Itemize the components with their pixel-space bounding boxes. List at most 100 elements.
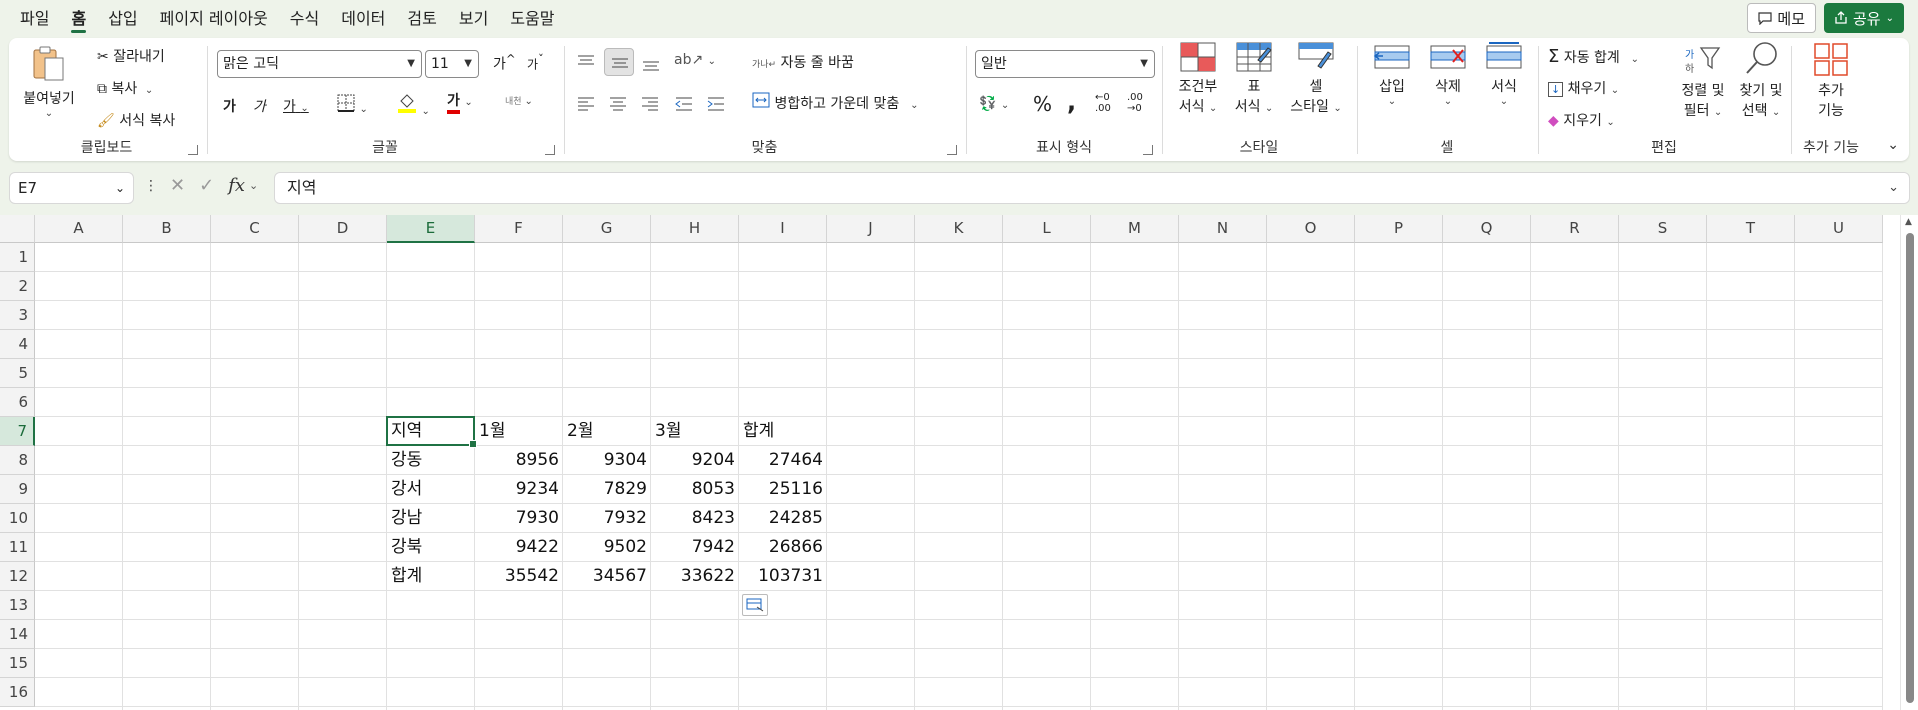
quick-analysis-button[interactable] bbox=[742, 594, 768, 616]
align-right-icon[interactable] bbox=[640, 96, 660, 112]
row-header-9[interactable]: 9 bbox=[0, 475, 35, 504]
menu-view[interactable]: 보기 bbox=[459, 0, 488, 38]
table-cell[interactable]: 2월 bbox=[563, 417, 651, 446]
table-cell[interactable]: 합계 bbox=[387, 562, 475, 591]
table-cell[interactable]: 9204 bbox=[651, 446, 739, 475]
column-header-u[interactable]: U bbox=[1795, 215, 1883, 243]
column-header-c[interactable]: C bbox=[211, 215, 299, 243]
format-cells-button[interactable]: 서식 ⌄ bbox=[1477, 42, 1531, 107]
table-cell[interactable]: 9502 bbox=[563, 533, 651, 562]
column-header-p[interactable]: P bbox=[1355, 215, 1443, 243]
row-header-10[interactable]: 10 bbox=[0, 504, 35, 533]
row-header-14[interactable]: 14 bbox=[0, 620, 35, 649]
column-header-i[interactable]: I bbox=[739, 215, 827, 243]
table-cell[interactable]: 34567 bbox=[563, 562, 651, 591]
align-left-icon[interactable] bbox=[576, 96, 596, 112]
row-header-8[interactable]: 8 bbox=[0, 446, 35, 475]
orientation-button[interactable]: ab↗ ⌄ bbox=[674, 52, 716, 68]
delete-cells-button[interactable]: 삭제 ⌄ bbox=[1421, 42, 1475, 107]
scroll-up-icon[interactable]: ▲ bbox=[1905, 217, 1912, 227]
table-cell[interactable]: 합계 bbox=[739, 417, 827, 446]
copy-button[interactable]: ⧉ 복사 ⌄ bbox=[97, 78, 153, 98]
column-header-t[interactable]: T bbox=[1707, 215, 1795, 243]
collapse-ribbon-icon[interactable]: ⌄ bbox=[1887, 137, 1899, 153]
column-header-k[interactable]: K bbox=[915, 215, 1003, 243]
addins-button[interactable]: 추가 기능 bbox=[1801, 42, 1861, 120]
expand-formula-icon[interactable]: ⌄ bbox=[1888, 173, 1899, 203]
column-header-s[interactable]: S bbox=[1619, 215, 1707, 243]
chevron-down-icon[interactable]: ⌄ bbox=[142, 85, 153, 96]
more-options-icon[interactable]: ⋮ bbox=[144, 178, 158, 194]
phonetic-button[interactable]: 내천 ⌄ bbox=[505, 94, 533, 107]
paste-button[interactable]: 붙여넣기 ⌄ bbox=[19, 44, 79, 119]
table-cell[interactable]: 8423 bbox=[651, 504, 739, 533]
decrease-indent-icon[interactable] bbox=[674, 96, 694, 112]
table-cell[interactable]: 강동 bbox=[387, 446, 475, 475]
column-header-h[interactable]: H bbox=[651, 215, 739, 243]
table-cell[interactable]: 7942 bbox=[651, 533, 739, 562]
row-header-5[interactable]: 5 bbox=[0, 359, 35, 388]
column-header-n[interactable]: N bbox=[1179, 215, 1267, 243]
dialog-launcher-icon[interactable] bbox=[188, 145, 198, 155]
align-bottom-icon[interactable] bbox=[641, 56, 661, 72]
menu-file[interactable]: 파일 bbox=[20, 0, 49, 38]
menu-insert[interactable]: 삽입 bbox=[108, 0, 137, 38]
font-size-select[interactable]: 11 ▼ bbox=[425, 50, 479, 78]
column-header-d[interactable]: D bbox=[299, 215, 387, 243]
align-middle-button[interactable] bbox=[604, 48, 634, 76]
table-cell[interactable]: 25116 bbox=[739, 475, 827, 504]
chevron-down-icon[interactable]: ⌄ bbox=[1886, 13, 1894, 24]
format-painter-button[interactable]: 🖌 서식 복사 bbox=[97, 110, 175, 130]
table-cell[interactable]: 3월 bbox=[651, 417, 739, 446]
menu-data[interactable]: 데이터 bbox=[341, 0, 385, 38]
enter-check-icon[interactable]: ✓ bbox=[199, 175, 214, 196]
autosum-button[interactable]: Σ 자동 합계 ⌄ bbox=[1548, 46, 1639, 67]
menu-help[interactable]: 도움말 bbox=[510, 0, 554, 38]
font-name-select[interactable]: 맑은 고딕 ▼ bbox=[217, 50, 422, 78]
name-box[interactable]: E7 ⌄ bbox=[9, 172, 134, 204]
cell-styles-button[interactable]: 셀 스타일 ⌄ bbox=[1284, 42, 1348, 116]
table-cell[interactable]: 강북 bbox=[387, 533, 475, 562]
memo-button[interactable]: 메모 bbox=[1747, 3, 1816, 33]
row-header-16[interactable]: 16 bbox=[0, 678, 35, 707]
menu-formulas[interactable]: 수식 bbox=[290, 0, 319, 38]
conditional-formatting-button[interactable]: 조건부 서식 ⌄ bbox=[1172, 42, 1224, 116]
decrease-decimal-button[interactable]: .00 →0 bbox=[1127, 92, 1153, 114]
column-header-l[interactable]: L bbox=[1003, 215, 1091, 243]
dialog-launcher-icon[interactable] bbox=[545, 145, 555, 155]
number-format-select[interactable]: 일반 ▼ bbox=[975, 50, 1155, 78]
font-color-button[interactable]: 가 ⌄ bbox=[447, 92, 473, 114]
column-header-e[interactable]: E bbox=[387, 215, 475, 243]
dialog-launcher-icon[interactable] bbox=[1143, 145, 1153, 155]
row-header-13[interactable]: 13 bbox=[0, 591, 35, 620]
column-header-o[interactable]: O bbox=[1267, 215, 1355, 243]
row-header-15[interactable]: 15 bbox=[0, 649, 35, 678]
borders-button[interactable]: ⌄ bbox=[337, 94, 368, 116]
table-cell[interactable]: 1월 bbox=[475, 417, 563, 446]
row-header-6[interactable]: 6 bbox=[0, 388, 35, 417]
dialog-launcher-icon[interactable] bbox=[947, 145, 957, 155]
accounting-format-button[interactable]: 💱 ⌄ bbox=[979, 96, 1009, 112]
row-header-7[interactable]: 7 bbox=[0, 417, 35, 446]
italic-button[interactable]: 가 bbox=[253, 96, 266, 116]
column-header-b[interactable]: B bbox=[123, 215, 211, 243]
vertical-scrollbar[interactable]: ▲ bbox=[1900, 215, 1918, 710]
chevron-down-icon[interactable]: ⌄ bbox=[249, 179, 258, 192]
select-all-corner[interactable] bbox=[0, 215, 35, 243]
table-cell[interactable]: 103731 bbox=[739, 562, 827, 591]
row-header-11[interactable]: 11 bbox=[0, 533, 35, 562]
table-cell[interactable]: 9304 bbox=[563, 446, 651, 475]
wrap-text-button[interactable]: 가나↵ 자동 줄 바꿈 bbox=[752, 52, 854, 72]
increase-indent-icon[interactable] bbox=[706, 96, 726, 112]
sort-filter-button[interactable]: 가하 정렬 및 필터 ⌄ bbox=[1674, 40, 1732, 120]
table-cell[interactable]: 24285 bbox=[739, 504, 827, 533]
scrollbar-thumb[interactable] bbox=[1906, 233, 1914, 703]
increase-decimal-button[interactable]: ←0 .00 bbox=[1095, 92, 1121, 114]
decrease-font-button[interactable]: 가ˇ bbox=[527, 52, 544, 73]
formula-input[interactable]: 지역 ⌄ bbox=[274, 172, 1910, 204]
row-header-12[interactable]: 12 bbox=[0, 562, 35, 591]
underline-button[interactable]: 가 ⌄ bbox=[283, 96, 309, 116]
row-header-4[interactable]: 4 bbox=[0, 330, 35, 359]
column-header-a[interactable]: A bbox=[35, 215, 123, 243]
column-header-q[interactable]: Q bbox=[1443, 215, 1531, 243]
